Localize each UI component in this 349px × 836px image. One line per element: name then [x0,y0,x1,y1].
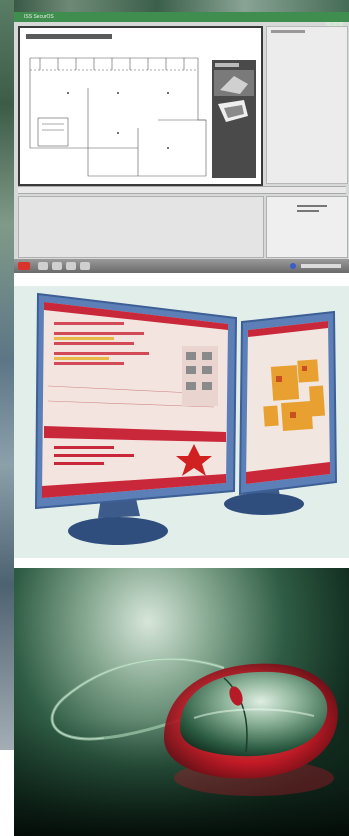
panel-software-screenshot: ISS SecurOS [14,12,349,273]
app-taskbar [14,259,349,273]
task-button-1[interactable] [38,262,48,270]
properties-panel [266,196,348,258]
system-tray [290,263,341,269]
floor-plan-viewer [18,26,263,186]
panel-dual-monitors [14,286,349,558]
task-button-3[interactable] [66,262,76,270]
left-monitor-base [68,517,168,545]
camera-thumbnail [214,70,254,122]
app-title: ISS SecurOS [24,14,54,20]
task-button-2[interactable] [52,262,62,270]
app-titlebar: ISS SecurOS [14,12,349,27]
mouse-photo [14,657,349,836]
camera-preview-pane [212,60,256,178]
event-log-panel [18,196,264,258]
task-button-4[interactable] [80,262,90,270]
floor-plan-drawing [29,57,207,177]
dual-monitor-illustration [34,292,338,545]
preview-header [215,63,239,67]
panel-computer-mouse [14,568,349,836]
window-controls [325,14,345,27]
object-tree-panel [266,26,348,184]
right-monitor-base [224,493,304,515]
object-tree-header [271,30,305,33]
viewer-title-bar [26,34,112,39]
alarm-button[interactable] [18,262,30,270]
background-photo-strip [0,0,14,750]
background-photo-top [0,0,349,12]
properties-text-lines [297,205,327,212]
panel-splitter[interactable] [18,186,346,194]
